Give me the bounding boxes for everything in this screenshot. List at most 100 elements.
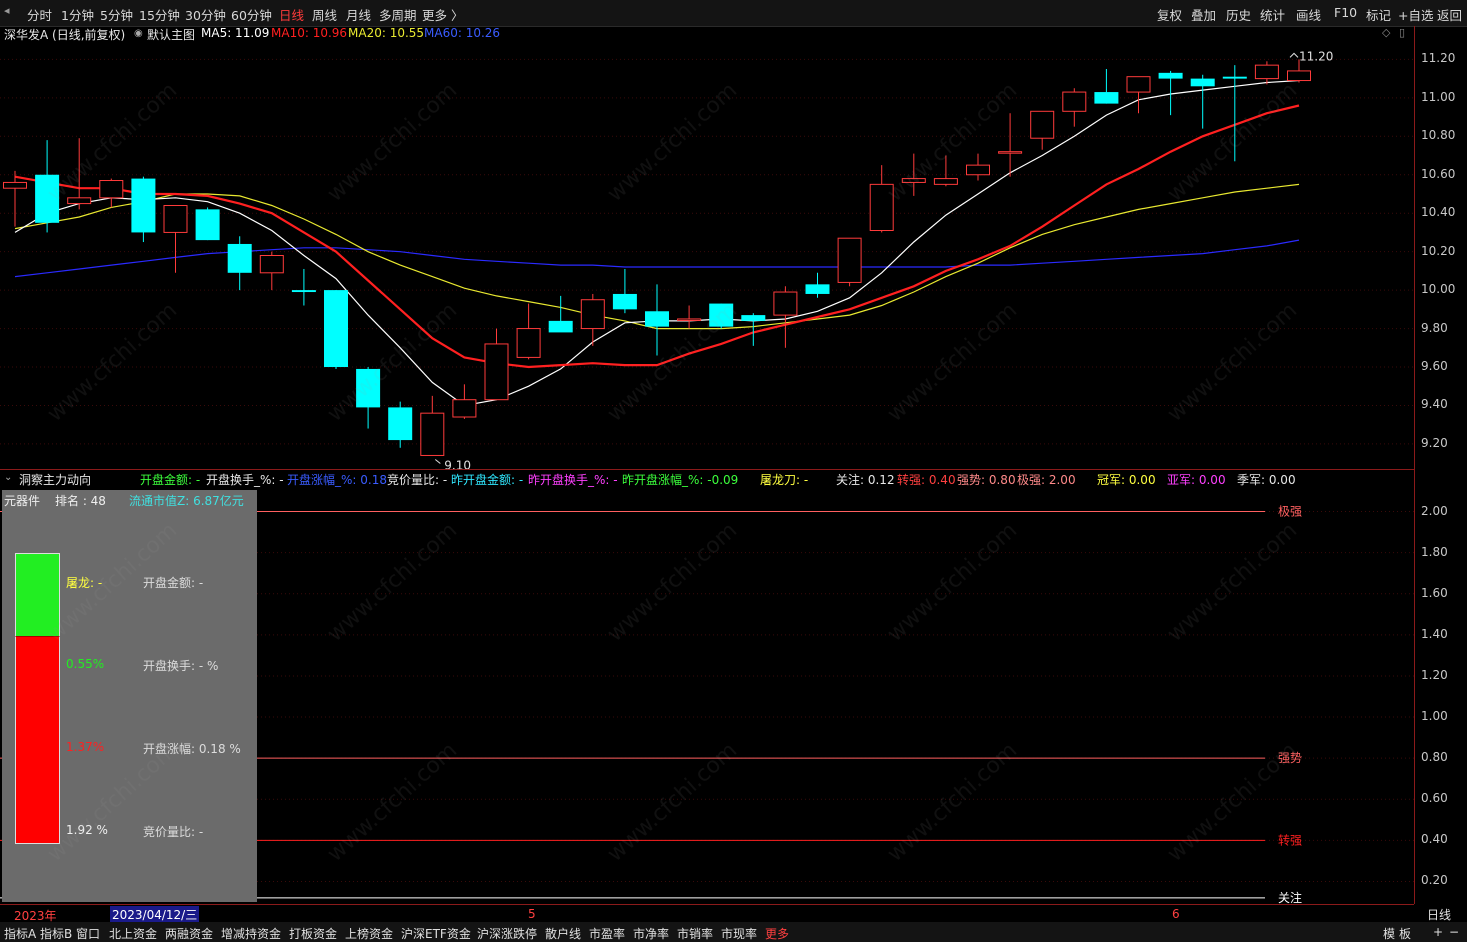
candle[interactable] bbox=[1190, 74, 1215, 129]
stock-title[interactable]: 深华发A (日线,前复权) bbox=[4, 26, 125, 43]
indicator-tab[interactable]: 市净率 bbox=[633, 925, 669, 942]
indicator-tab[interactable]: 沪深ETF资金 bbox=[401, 925, 471, 942]
candle[interactable] bbox=[1254, 61, 1279, 85]
candle[interactable] bbox=[291, 268, 316, 306]
indicator-tab[interactable]: 市销率 bbox=[677, 925, 713, 942]
indicator-menu-icon[interactable]: ⌄ bbox=[4, 472, 12, 483]
toolbar-button[interactable]: 返回 bbox=[1437, 5, 1462, 24]
indicator-tab[interactable]: 更多 bbox=[765, 925, 789, 942]
diamond-icon[interactable]: ◇ bbox=[1382, 26, 1390, 39]
y-tick-label: 9.60 bbox=[1421, 359, 1448, 374]
y-tick-label: 1.00 bbox=[1421, 709, 1448, 724]
candle[interactable] bbox=[324, 290, 348, 369]
indicator-tab[interactable]: 北上资金 bbox=[109, 925, 157, 942]
page-icon[interactable]: ▯ bbox=[1399, 26, 1405, 39]
candle[interactable] bbox=[35, 140, 60, 233]
candle[interactable] bbox=[1222, 65, 1247, 162]
candle[interactable] bbox=[1062, 88, 1087, 127]
toolbar-button[interactable]: 叠加 bbox=[1191, 5, 1216, 24]
indicator-tab[interactable]: 沪深涨跌停 bbox=[477, 925, 537, 942]
candle[interactable] bbox=[869, 165, 894, 233]
period-tab[interactable]: 1分钟 bbox=[61, 5, 94, 24]
candle[interactable] bbox=[1126, 76, 1151, 114]
bottom-control[interactable]: + bbox=[1433, 925, 1443, 939]
bottom-control[interactable]: 模 bbox=[1383, 925, 1395, 942]
candle[interactable] bbox=[1030, 110, 1055, 150]
pct3-value: 1.92 % bbox=[66, 823, 108, 837]
indicator-name[interactable]: 洞察主力动向 bbox=[19, 471, 91, 488]
indicator-tab[interactable]: 指标B bbox=[40, 925, 72, 942]
candle[interactable] bbox=[131, 176, 156, 243]
candle[interactable] bbox=[612, 268, 637, 314]
toolbar-button[interactable]: +自选 bbox=[1398, 5, 1433, 24]
candle[interactable] bbox=[998, 113, 1023, 177]
period-tab[interactable]: 周线 bbox=[312, 5, 337, 24]
candle[interactable] bbox=[227, 236, 252, 291]
indicator-tab[interactable]: 市现率 bbox=[721, 925, 757, 942]
candle-body bbox=[35, 174, 60, 223]
candle[interactable] bbox=[3, 170, 27, 227]
menu-toggle-icon[interactable]: ◂ bbox=[4, 4, 10, 17]
toolbar-button[interactable]: 标记 bbox=[1366, 5, 1391, 24]
candle-body bbox=[324, 290, 348, 368]
candle[interactable] bbox=[259, 251, 284, 291]
auction-ratio: 竞价量比: - bbox=[143, 825, 204, 839]
bottom-control[interactable]: 板 bbox=[1399, 925, 1411, 942]
candle-body bbox=[805, 284, 830, 294]
candle[interactable] bbox=[484, 328, 509, 401]
indicator-tab[interactable]: 散户线 bbox=[545, 925, 581, 942]
period-tab[interactable]: 多周期 bbox=[379, 5, 417, 24]
candle-body bbox=[773, 291, 798, 316]
period-tab[interactable]: 60分钟 bbox=[231, 5, 272, 24]
toolbar-button[interactable]: F10 bbox=[1334, 5, 1357, 20]
candle[interactable] bbox=[99, 178, 124, 208]
candle[interactable] bbox=[67, 138, 92, 210]
toolbar-button[interactable]: 统计 bbox=[1260, 5, 1285, 24]
candle-body bbox=[195, 209, 220, 241]
toolbar-button[interactable]: 画线 bbox=[1296, 5, 1321, 24]
template-icon[interactable]: ◉ bbox=[134, 28, 143, 39]
period-tab[interactable]: 30分钟 bbox=[185, 5, 226, 24]
open-turnover: 开盘换手: - % bbox=[143, 659, 219, 673]
candle[interactable] bbox=[356, 367, 381, 429]
bottom-control[interactable]: − bbox=[1449, 925, 1459, 939]
toolbar-button[interactable]: 复权 bbox=[1157, 5, 1182, 24]
candle[interactable] bbox=[388, 401, 413, 448]
candle[interactable] bbox=[901, 153, 926, 196]
candle[interactable] bbox=[163, 205, 188, 273]
candle[interactable] bbox=[805, 272, 830, 298]
y-tick-label: 0.60 bbox=[1421, 791, 1448, 806]
indicator-tab[interactable]: 打板资金 bbox=[289, 925, 337, 942]
period-tab[interactable]: 月线 bbox=[346, 5, 371, 24]
candle[interactable] bbox=[709, 303, 734, 329]
candle[interactable] bbox=[580, 293, 605, 346]
rank-label: 排名 : 48 bbox=[55, 494, 106, 508]
period-tab[interactable]: 分时 bbox=[27, 5, 52, 24]
candle[interactable] bbox=[420, 395, 445, 456]
period-tab[interactable]: 15分钟 bbox=[139, 5, 180, 24]
period-label[interactable]: 日线 bbox=[1427, 906, 1451, 923]
indicator-tab[interactable]: 两融资金 bbox=[165, 925, 213, 942]
candle[interactable] bbox=[452, 384, 477, 419]
period-tab[interactable]: 5分钟 bbox=[100, 5, 133, 24]
candle[interactable] bbox=[933, 155, 958, 187]
indicator-tab[interactable]: 增减持资金 bbox=[221, 925, 281, 942]
candle[interactable] bbox=[837, 237, 862, 287]
period-tab[interactable]: 日线 bbox=[279, 5, 304, 24]
candle[interactable] bbox=[548, 295, 573, 333]
candle[interactable] bbox=[516, 303, 541, 360]
indicator-tab[interactable]: 上榜资金 bbox=[345, 925, 393, 942]
indicator-tab[interactable]: 指标A bbox=[4, 925, 36, 942]
indicator-tab[interactable]: 市盈率 bbox=[589, 925, 625, 942]
candle[interactable] bbox=[195, 207, 220, 241]
template-label[interactable]: 默认主图 bbox=[147, 26, 195, 43]
candle[interactable] bbox=[966, 153, 990, 181]
candle-body bbox=[998, 151, 1023, 154]
candle[interactable] bbox=[677, 305, 702, 329]
indicator-tab[interactable]: 窗口 bbox=[76, 925, 100, 942]
toolbar-button[interactable]: 历史 bbox=[1226, 5, 1251, 24]
candle[interactable] bbox=[645, 284, 669, 356]
candlestick-chart[interactable]: 11.209.10财 bbox=[0, 42, 1414, 469]
period-tab[interactable]: 更多 〉 bbox=[422, 5, 463, 24]
candle[interactable] bbox=[1094, 68, 1119, 104]
